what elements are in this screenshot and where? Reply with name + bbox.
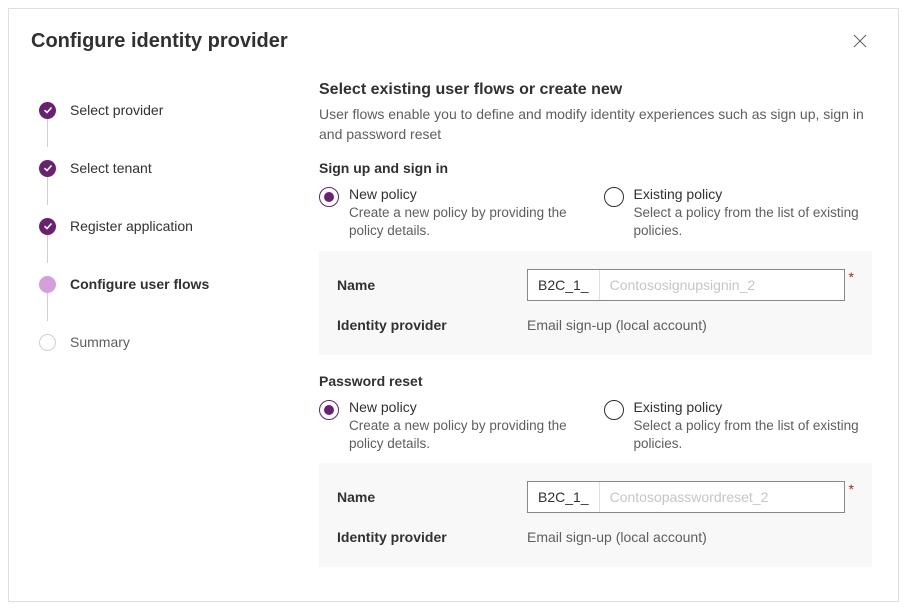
- close-icon: [853, 34, 867, 48]
- check-icon: [39, 218, 56, 235]
- step-label: Register application: [70, 218, 193, 234]
- signup-new-policy-radio[interactable]: New policy Create a new policy by provid…: [319, 186, 588, 240]
- step-label: Select tenant: [70, 160, 152, 176]
- radio-description: Select a policy from the list of existin…: [634, 417, 873, 453]
- step-configure-user-flows[interactable]: Configure user flows: [39, 255, 279, 313]
- signup-name-row: Name B2C_1_ *: [337, 261, 854, 309]
- panel-header: Configure identity provider: [9, 9, 898, 67]
- step-register-application[interactable]: Register application: [39, 197, 279, 255]
- reset-name-row: Name B2C_1_ *: [337, 473, 854, 521]
- section-title-reset: Password reset: [319, 373, 872, 389]
- pending-step-icon: [39, 334, 56, 351]
- close-button[interactable]: [844, 25, 876, 57]
- field-label: Identity provider: [337, 317, 527, 333]
- step-select-tenant[interactable]: Select tenant: [39, 139, 279, 197]
- signup-name-input[interactable]: [600, 270, 844, 300]
- field-label: Name: [337, 489, 527, 505]
- section-title-signup: Sign up and sign in: [319, 160, 872, 176]
- configure-idp-panel: Configure identity provider Select provi…: [8, 8, 899, 602]
- radio-label: Existing policy: [634, 399, 873, 415]
- signup-name-input-wrap: B2C_1_: [527, 269, 845, 301]
- step-label: Configure user flows: [70, 276, 209, 292]
- reset-idp-row: Identity provider Email sign-up (local a…: [337, 521, 854, 553]
- signup-form: Name B2C_1_ * Identity provider Email si…: [319, 251, 872, 355]
- step-summary[interactable]: Summary: [39, 313, 279, 371]
- radio-label: New policy: [349, 399, 588, 415]
- signup-idp-row: Identity provider Email sign-up (local a…: [337, 309, 854, 341]
- step-label: Select provider: [70, 102, 163, 118]
- reset-name-input-wrap: B2C_1_: [527, 481, 845, 513]
- signup-idp-value: Email sign-up (local account): [527, 317, 707, 333]
- radio-unselected-icon: [604, 400, 624, 420]
- radio-selected-icon: [319, 400, 339, 420]
- main-content: Select existing user flows or create new…: [289, 67, 898, 602]
- reset-new-policy-radio[interactable]: New policy Create a new policy by provid…: [319, 399, 588, 453]
- radio-label: Existing policy: [634, 186, 873, 202]
- check-icon: [39, 102, 56, 119]
- radio-description: Select a policy from the list of existin…: [634, 204, 873, 240]
- check-icon: [39, 160, 56, 177]
- radio-description: Create a new policy by providing the pol…: [349, 204, 588, 240]
- reset-policy-choice: New policy Create a new policy by provid…: [319, 399, 872, 453]
- radio-unselected-icon: [604, 187, 624, 207]
- panel-body: Select provider Select tenant Register a…: [9, 67, 898, 602]
- page-heading: Select existing user flows or create new: [319, 81, 872, 99]
- page-intro: User flows enable you to define and modi…: [319, 105, 872, 144]
- field-label: Identity provider: [337, 529, 527, 545]
- radio-label: New policy: [349, 186, 588, 202]
- reset-existing-policy-radio[interactable]: Existing policy Select a policy from the…: [604, 399, 873, 453]
- signup-existing-policy-radio[interactable]: Existing policy Select a policy from the…: [604, 186, 873, 240]
- reset-name-input[interactable]: [600, 482, 844, 512]
- radio-description: Create a new policy by providing the pol…: [349, 417, 588, 453]
- signup-policy-choice: New policy Create a new policy by provid…: [319, 186, 872, 240]
- current-step-icon: [39, 276, 56, 293]
- step-select-provider[interactable]: Select provider: [39, 81, 279, 139]
- reset-idp-value: Email sign-up (local account): [527, 529, 707, 545]
- field-label: Name: [337, 277, 527, 293]
- input-prefix: B2C_1_: [528, 270, 600, 300]
- panel-title: Configure identity provider: [31, 30, 288, 53]
- radio-selected-icon: [319, 187, 339, 207]
- required-asterisk: *: [849, 269, 854, 285]
- reset-form: Name B2C_1_ * Identity provider Email si…: [319, 463, 872, 567]
- input-prefix: B2C_1_: [528, 482, 600, 512]
- wizard-steps: Select provider Select tenant Register a…: [9, 67, 289, 602]
- required-asterisk: *: [849, 481, 854, 497]
- step-label: Summary: [70, 334, 130, 350]
